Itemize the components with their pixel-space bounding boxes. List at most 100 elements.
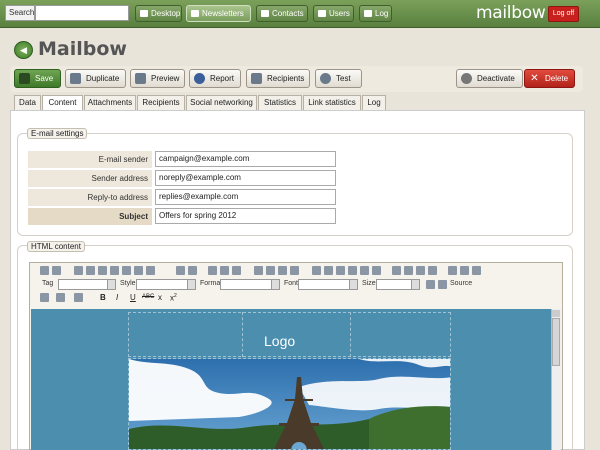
div-icon[interactable] [372, 266, 381, 275]
delete-button[interactable]: ✕ Delete [524, 69, 575, 88]
link-icon[interactable] [448, 266, 457, 275]
back-arrow-icon[interactable]: ◀ [14, 41, 33, 59]
numbered-list-icon[interactable] [312, 266, 321, 275]
size-select[interactable] [376, 279, 420, 290]
tab-attachments[interactable]: Attachments [84, 95, 136, 110]
nav-log[interactable]: Log [359, 5, 392, 22]
tab-recipients[interactable]: Recipients [137, 95, 185, 110]
recipients-button[interactable]: Recipients [246, 69, 310, 88]
action-toolbar: Save Duplicate Preview Report Recipients… [10, 66, 583, 92]
indent-icon[interactable] [348, 266, 357, 275]
cut-icon[interactable] [74, 266, 83, 275]
bulleted-list-icon[interactable] [324, 266, 333, 275]
anchor-icon[interactable] [472, 266, 481, 275]
scrollbar-thumb[interactable] [552, 318, 560, 366]
font-label: Font [284, 280, 299, 287]
maximize-icon[interactable] [426, 280, 435, 289]
preview-button[interactable]: Preview [130, 69, 185, 88]
subject-field[interactable]: Offers for spring 2012 [155, 208, 336, 224]
nav-newsletters[interactable]: Newsletters [186, 5, 251, 22]
align-center-icon[interactable] [266, 266, 275, 275]
email-sender-label: E-mail sender [28, 151, 152, 168]
sender-address-field[interactable]: noreply@example.com [155, 170, 336, 186]
duplicate-button[interactable]: Duplicate [65, 69, 126, 88]
top-navigation-bar: Search Desktop Newsletters Contacts User… [0, 0, 600, 28]
replace-icon[interactable] [220, 266, 229, 275]
report-button[interactable]: Report [189, 69, 241, 88]
nav-users-label: Users [329, 9, 350, 18]
remove-format-icon[interactable] [40, 293, 49, 302]
source-icon[interactable] [438, 280, 447, 289]
recipients-icon [251, 73, 262, 84]
align-justify-icon[interactable] [290, 266, 299, 275]
source-label[interactable]: Source [450, 280, 472, 287]
info-icon [194, 73, 205, 84]
style-select[interactable] [136, 279, 196, 290]
print-icon[interactable] [134, 266, 143, 275]
select-all-icon[interactable] [232, 266, 241, 275]
paste-word-icon[interactable] [122, 266, 131, 275]
nav-newsletters-label: Newsletters [202, 9, 244, 18]
preview-icon [135, 73, 146, 84]
nav-desktop[interactable]: Desktop [135, 5, 182, 22]
font-select[interactable] [298, 279, 358, 290]
preview-page-icon[interactable] [52, 266, 61, 275]
copy-icon[interactable] [86, 266, 95, 275]
table-icon[interactable] [416, 266, 425, 275]
save-button[interactable]: Save [14, 69, 61, 88]
size-label: Size [362, 280, 376, 287]
deactivate-button[interactable]: Deactivate [456, 69, 523, 88]
reply-to-label: Reply-to address [28, 189, 152, 206]
tab-log[interactable]: Log [362, 95, 386, 110]
tab-social-networking[interactable]: Social networking [186, 95, 257, 110]
search-label: Search [5, 5, 35, 21]
nav-users[interactable]: Users [313, 5, 354, 22]
brand-logo: mailbow [476, 3, 546, 23]
italic-button[interactable]: I [116, 293, 118, 302]
email-settings-legend: E-mail settings [27, 128, 88, 139]
underline-button[interactable]: U [130, 293, 136, 302]
unlink-icon[interactable] [460, 266, 469, 275]
tab-data[interactable]: Data [14, 95, 41, 110]
align-left-icon[interactable] [254, 266, 263, 275]
tab-statistics[interactable]: Statistics [258, 95, 302, 110]
new-page-icon[interactable] [40, 266, 49, 275]
users-icon [318, 10, 326, 17]
format-select[interactable] [220, 279, 280, 290]
align-right-icon[interactable] [278, 266, 287, 275]
background-color-icon[interactable] [74, 293, 83, 302]
outdent-icon[interactable] [336, 266, 345, 275]
text-color-icon[interactable] [56, 293, 65, 302]
blockquote-icon[interactable] [360, 266, 369, 275]
bold-button[interactable]: B [100, 293, 106, 302]
nav-contacts[interactable]: Contacts [256, 5, 308, 22]
superscript-button[interactable]: x2 [170, 293, 177, 303]
scroll-up-arrow-icon[interactable] [552, 310, 560, 317]
reply-to-field[interactable]: replies@example.com [155, 189, 336, 205]
style-label: Style [120, 280, 136, 287]
paste-icon[interactable] [98, 266, 107, 275]
flash-icon[interactable] [404, 266, 413, 275]
tab-link-statistics[interactable]: Link statistics [303, 95, 361, 110]
subscript-button[interactable]: x [158, 293, 162, 302]
tag-select[interactable] [58, 279, 116, 290]
undo-icon[interactable] [176, 266, 185, 275]
paste-text-icon[interactable] [110, 266, 119, 275]
paris-photo-image [129, 359, 450, 449]
contacts-icon [261, 10, 269, 17]
spellcheck-icon[interactable] [146, 266, 155, 275]
search-input[interactable] [35, 5, 129, 21]
template-logo-text: Logo [264, 333, 296, 349]
redo-icon[interactable] [188, 266, 197, 275]
tab-content[interactable]: Content [42, 95, 83, 111]
preview-button-label: Preview [151, 74, 180, 83]
strikethrough-button[interactable]: ABC [142, 294, 154, 300]
find-icon[interactable] [208, 266, 217, 275]
sender-address-label: Sender address [28, 170, 152, 187]
logoff-button[interactable]: Log off [548, 6, 579, 22]
email-sender-field[interactable]: campaign@example.com [155, 151, 336, 167]
image-icon[interactable] [392, 266, 401, 275]
header-divider [242, 312, 243, 357]
test-button[interactable]: Test [315, 69, 362, 88]
horizontal-rule-icon[interactable] [428, 266, 437, 275]
